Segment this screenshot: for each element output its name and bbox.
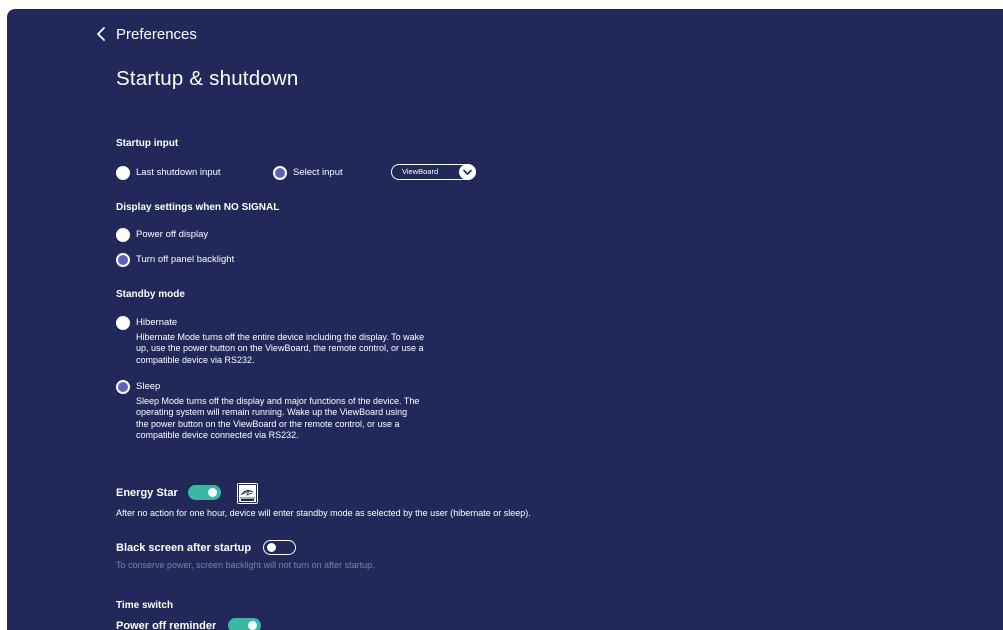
hibernate-description: Hibernate Mode turns off the entire devi… [136, 332, 425, 365]
radio-label-turn-off-backlight: Turn off panel backlight [136, 254, 235, 265]
black-screen-toggle[interactable] [263, 540, 296, 555]
radio-label-last-shutdown-input: Last shutdown input [136, 167, 221, 178]
radio-turn-off-backlight[interactable] [116, 253, 130, 267]
radio-sleep[interactable] [116, 380, 130, 394]
sleep-description: Sleep Mode turns off the display and maj… [136, 396, 420, 441]
settings-panel: Preferences Startup & shutdown Startup i… [7, 9, 1003, 630]
startup-input-heading: Startup input [116, 138, 179, 149]
radio-label-power-off-display: Power off display [136, 229, 209, 240]
radio-label-hibernate: Hibernate [136, 317, 178, 328]
chevron-down-icon [459, 164, 476, 180]
radio-power-off-display[interactable] [116, 228, 130, 242]
black-screen-label: Black screen after startup [116, 542, 252, 554]
no-signal-heading: Display settings when NO SIGNAL [116, 202, 280, 213]
input-source-dropdown[interactable]: ViewBoard [391, 164, 476, 180]
radio-select-input[interactable] [273, 166, 287, 180]
energy-star-toggle[interactable] [188, 485, 221, 500]
black-screen-description: To conserve power, screen backlight will… [116, 560, 375, 570]
radio-label-select-input: Select input [293, 167, 343, 178]
input-source-value: ViewBoard [402, 167, 439, 176]
energy-star-description: After no action for one hour, device wil… [116, 508, 531, 518]
radio-hibernate[interactable] [116, 316, 130, 330]
breadcrumb-back-label[interactable]: Preferences [116, 26, 197, 43]
page-title: Startup & shutdown [116, 67, 299, 90]
back-arrow-icon[interactable] [95, 26, 109, 42]
radio-last-shutdown-input[interactable] [116, 166, 130, 180]
power-off-reminder-toggle[interactable] [228, 618, 261, 630]
energy-star-label: Energy Star [116, 487, 178, 499]
standby-mode-heading: Standby mode [116, 289, 185, 300]
power-off-reminder-label: Power off reminder [116, 620, 217, 630]
radio-label-sleep: Sleep [136, 381, 161, 392]
time-switch-heading: Time switch [116, 600, 174, 611]
energy-star-logo [237, 483, 258, 504]
